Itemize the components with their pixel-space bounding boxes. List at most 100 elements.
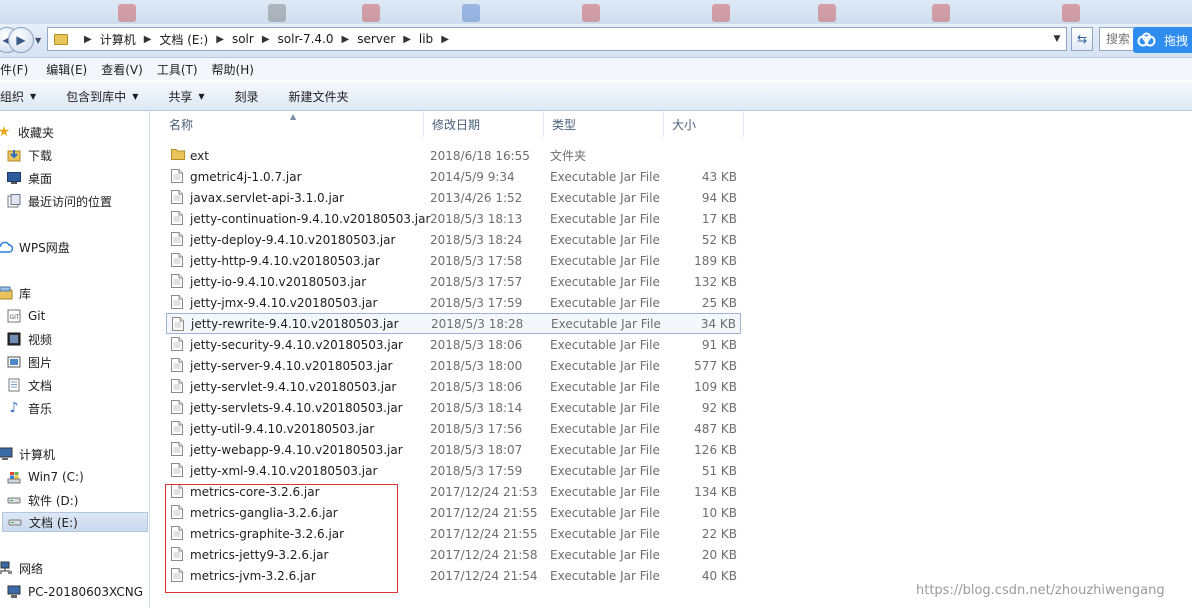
menu-view[interactable]: 查看(V) [95,61,149,78]
file-row[interactable]: javax.servlet-api-3.1.0.jar 2013/4/26 1:5… [166,187,741,208]
jar-file-icon [171,232,183,246]
folder-icon [54,33,68,45]
address-bar[interactable]: ▶ 计算机 ▶ 文档 (E:) ▶ solr ▶ solr-7.4.0 ▶ se… [47,27,1067,51]
recent-pages-dropdown[interactable]: ▼ [35,36,43,45]
file-row[interactable]: jetty-jmx-9.4.10.v20180503.jar 2018/5/3 1… [166,292,741,313]
file-name: jetty-security-9.4.10.v20180503.jar [190,337,403,352]
file-row[interactable]: metrics-ganglia-3.2.6.jar 2017/12/24 21:5… [166,502,741,523]
file-row[interactable]: jetty-servlets-9.4.10.v20180503.jar 2018/… [166,397,741,418]
menu-help[interactable]: 帮助(H) [206,61,260,78]
file-row[interactable]: jetty-servlet-9.4.10.v20180503.jar 2018/5… [166,376,741,397]
file-name: jetty-util-9.4.10.v20180503.jar [190,421,375,436]
file-list-pane: ▲ 名称 修改日期 类型 大小 ext 2018/6/18 16:55 文件夹 gme… [151,111,1192,608]
column-header-size[interactable]: 大小 [664,111,744,137]
file-type: Executable Jar File [550,442,660,457]
column-modified-label: 修改日期 [432,117,481,132]
nav-wps-label: WPS网盘 [19,240,70,255]
file-type: Executable Jar File [550,295,660,310]
menu-tools[interactable]: 工具(T) [151,61,204,78]
file-name: javax.servlet-api-3.1.0.jar [190,190,345,205]
breadcrumb-solr[interactable]: solr [232,32,254,46]
nav-desktop[interactable]: 桌面 [0,168,148,188]
file-modified-date: 2018/5/3 18:14 [430,400,523,415]
file-modified-date: 2018/5/3 18:00 [430,358,523,373]
breadcrumb-drive-e[interactable]: 文档 (E:) [159,31,208,48]
file-row[interactable]: jetty-deploy-9.4.10.v20180503.jar 2018/5/… [166,229,741,250]
nav-drive-d[interactable]: 软件 (D:) [0,490,148,510]
nav-libraries[interactable]: 库 [0,283,148,303]
nav-git-label: Git [28,309,46,323]
burn-label: 刻录 [234,89,259,104]
file-type: Executable Jar File [550,526,660,541]
menu-file[interactable]: 件(F) [0,61,34,78]
breadcrumb-solr-version[interactable]: solr-7.4.0 [278,32,334,46]
file-row[interactable]: metrics-graphite-3.2.6.jar 2017/12/24 21:… [166,523,741,544]
file-type: Executable Jar File [550,484,660,499]
file-modified-date: 2018/5/3 18:28 [431,316,524,331]
forward-button[interactable]: ▶ [8,27,34,53]
file-row[interactable]: jetty-continuation-9.4.10.v20180503.jar 2… [166,208,741,229]
nav-music[interactable]: ♪ 音乐 [0,398,148,418]
chevron-right-icon[interactable]: ▶ [441,34,449,45]
column-header-type[interactable]: 类型 [544,111,664,137]
tab-favicon-icon [268,4,286,22]
nav-git[interactable]: GIT Git [0,306,148,326]
tab-favicon-icon [362,4,380,22]
nav-recent[interactable]: 最近访问的位置 [0,191,148,211]
nav-drive-e[interactable]: 文档 (E:) [2,512,148,532]
breadcrumb-server[interactable]: server [357,32,395,46]
nav-favorites[interactable]: ★ 收藏夹 [0,122,148,142]
nav-documents[interactable]: 文档 [0,375,148,395]
nav-drive-c[interactable]: Win7 (C:) [0,467,148,487]
nav-wps-drive[interactable]: WPS网盘 [0,237,148,257]
cloud-drag-label: 拖拽 [1164,33,1189,48]
burn-button[interactable]: 刻录 [235,88,259,105]
file-row[interactable]: metrics-jvm-3.2.6.jar 2017/12/24 21:54 Exe… [166,565,741,586]
refresh-button[interactable]: ⇆ [1071,27,1093,51]
file-size: 51 KB [701,463,737,478]
breadcrumb-computer[interactable]: 计算机 [100,31,136,48]
file-row[interactable]: jetty-server-9.4.10.v20180503.jar 2018/5/… [166,355,741,376]
nav-network[interactable]: 网络 [0,558,148,578]
file-type: Executable Jar File [550,547,660,562]
nav-pictures[interactable]: 图片 [0,352,148,372]
file-row[interactable]: jetty-http-9.4.10.v20180503.jar 2018/5/3 … [166,250,741,271]
file-row[interactable]: jetty-webapp-9.4.10.v20180503.jar 2018/5/… [166,439,741,460]
file-row[interactable]: ext 2018/6/18 16:55 文件夹 [166,145,741,166]
chevron-right-icon[interactable]: ▶ [262,34,270,45]
file-type: Executable Jar File [550,169,660,184]
file-modified-date: 2018/5/3 18:24 [430,232,523,247]
new-folder-button[interactable]: 新建文件夹 [289,88,349,105]
chevron-right-icon[interactable]: ▶ [144,34,152,45]
chevron-right-icon[interactable]: ▶ [403,34,411,45]
include-library-button[interactable]: 包含到库中 ▼ [66,88,138,105]
file-row[interactable]: jetty-xml-9.4.10.v20180503.jar 2018/5/3 1… [166,460,741,481]
column-header-modified[interactable]: 修改日期 [424,111,544,137]
file-row[interactable]: metrics-jetty9-3.2.6.jar 2017/12/24 21:58… [166,544,741,565]
tab-favicon-icon [582,4,600,22]
organize-button[interactable]: 组织 ▼ [0,88,36,105]
file-row[interactable]: metrics-core-3.2.6.jar 2017/12/24 21:53 Ex… [166,481,741,502]
jar-file-icon [171,547,183,561]
share-button[interactable]: 共享 ▼ [168,88,204,105]
file-row[interactable]: gmetric4j-1.0.7.jar 2014/5/9 9:34 Executab… [166,166,741,187]
address-dropdown-button[interactable]: ▼ [1050,32,1064,46]
drive-icon [6,493,22,507]
chevron-right-icon[interactable]: ▶ [84,34,92,45]
cloud-drag-badge[interactable]: 拖拽 [1133,27,1192,53]
file-row[interactable]: jetty-security-9.4.10.v20180503.jar 2018/… [166,334,741,355]
chevron-right-icon[interactable]: ▶ [341,34,349,45]
include-library-label: 包含到库中 [66,89,127,104]
file-row[interactable]: jetty-rewrite-9.4.10.v20180503.jar 2018/5… [166,313,741,334]
breadcrumb-lib[interactable]: lib [419,32,433,46]
chevron-right-icon[interactable]: ▶ [216,34,224,45]
file-row[interactable]: jetty-util-9.4.10.v20180503.jar 2018/5/3 … [166,418,741,439]
nav-drive-c-label: Win7 (C:) [28,470,84,484]
column-header-name[interactable]: 名称 [161,111,424,137]
nav-pc[interactable]: PC-20180603XCNG [0,582,148,602]
file-row[interactable]: jetty-io-9.4.10.v20180503.jar 2018/5/3 17… [166,271,741,292]
nav-downloads[interactable]: 下载 [0,145,148,165]
nav-computer[interactable]: 计算机 [0,444,148,464]
menu-edit[interactable]: 编辑(E) [40,61,93,78]
nav-videos[interactable]: 视频 [0,329,148,349]
